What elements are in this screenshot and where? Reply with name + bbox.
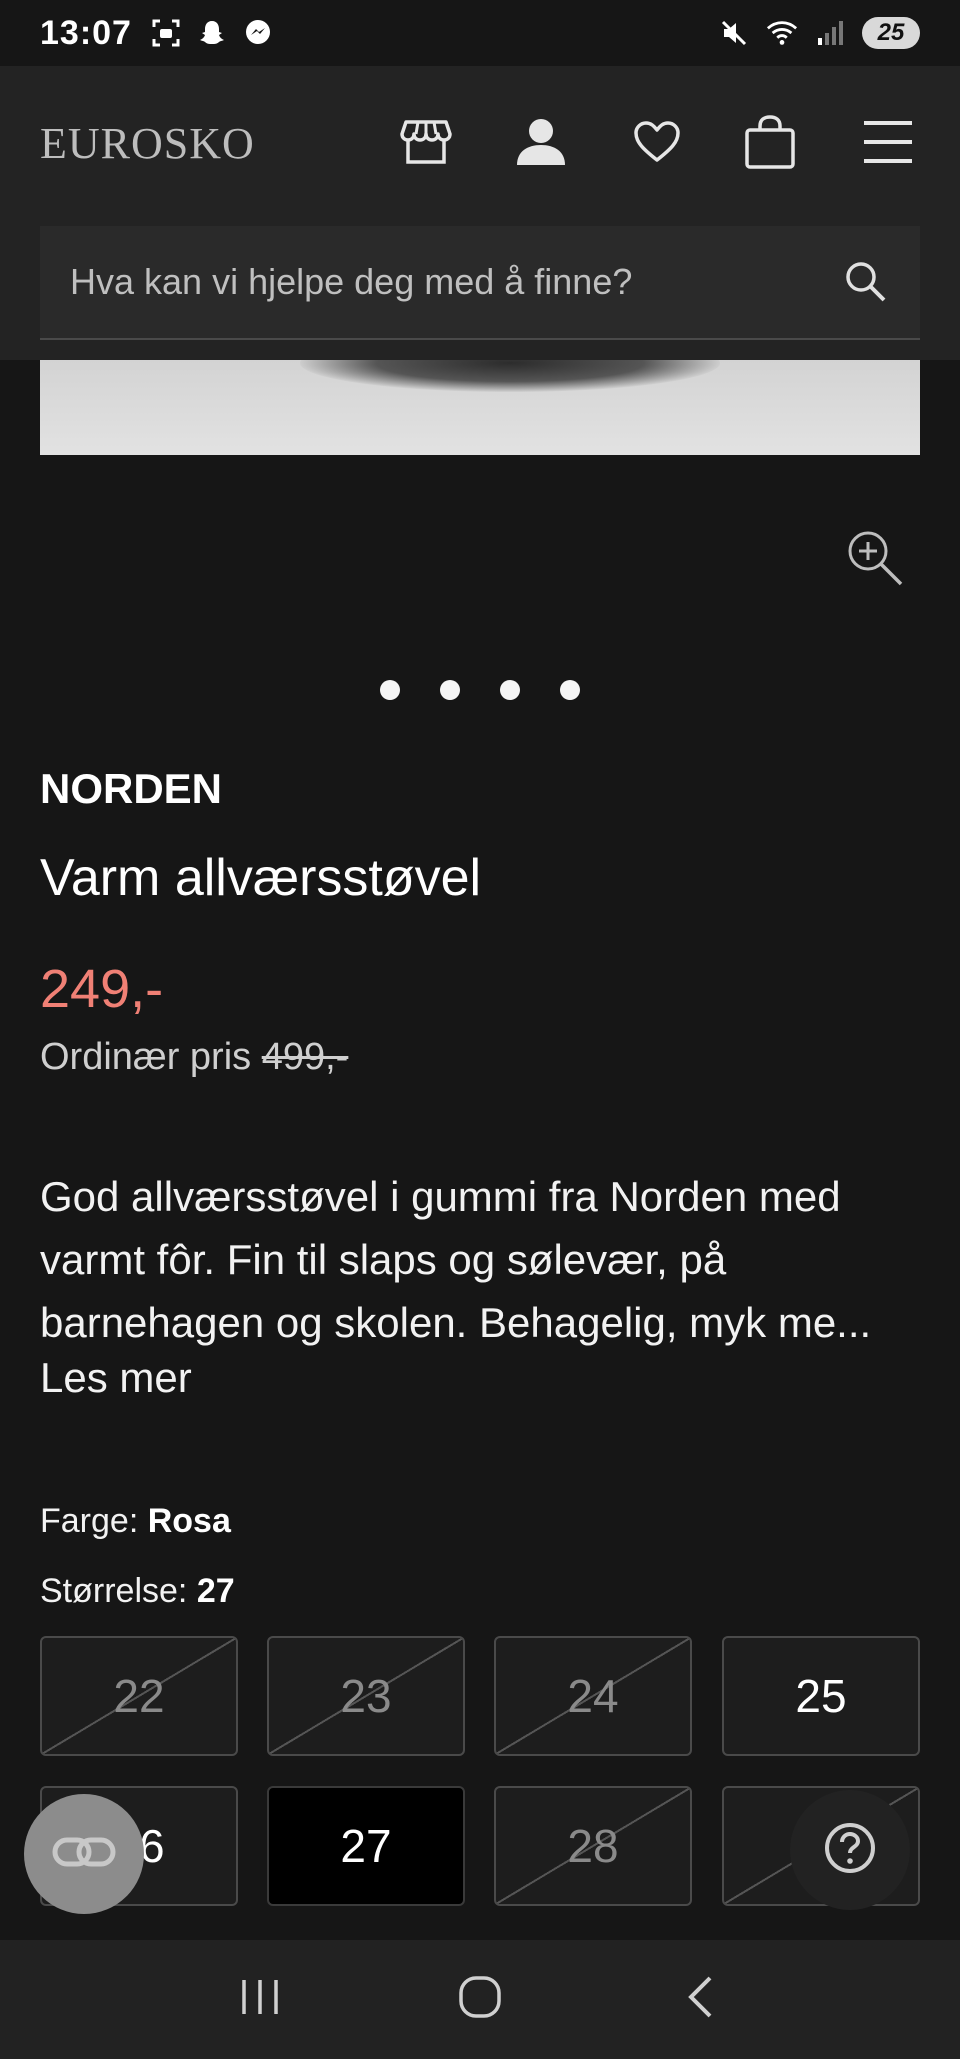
home-button[interactable] [440,1960,520,2040]
color-value: Rosa [147,1502,231,1540]
gallery-dot[interactable] [380,680,400,700]
site-header: EUROSKO [0,66,960,360]
back-icon [683,1974,717,2025]
size-label: Størrelse: [40,1572,188,1610]
wishlist-heart-icon[interactable] [627,112,687,172]
store-icon[interactable] [396,112,456,172]
gallery-dot[interactable] [440,680,460,700]
product-description: God allværsstøvel i gummi fra Norden med… [40,1173,872,1346]
back-button[interactable] [660,1960,740,2040]
help-floating-button[interactable] [790,1790,910,1910]
battery-indicator: 25 [862,17,920,49]
status-notification-icons [150,17,274,49]
recent-apps-icon [238,1977,282,2022]
search-icon[interactable] [840,256,890,306]
boot-sole [300,360,720,392]
product-image[interactable] [40,360,920,455]
regular-price-value: 499,- [261,1036,349,1078]
messenger-icon [242,17,274,49]
size-option[interactable]: 25 [722,1636,920,1756]
status-time: 13:07 [40,13,132,52]
sale-price: 249,- [40,959,164,1019]
shopping-bag-icon[interactable] [740,112,800,172]
signal-icon [814,17,846,49]
gallery-pagination [0,680,960,700]
recent-apps-button[interactable] [220,1960,300,2040]
status-bar: 13:07 25 [0,0,960,66]
color-label: Farge: [40,1502,139,1540]
search-bar [40,226,920,340]
zoom-in-icon[interactable] [845,528,905,588]
system-navigation-bar [0,1940,960,2059]
mute-icon [718,17,750,49]
home-icon [457,1974,503,2025]
size-option[interactable]: 28 [494,1786,692,1906]
size-option[interactable]: 23 [267,1636,465,1756]
size-option[interactable]: 24 [494,1636,692,1756]
link-floating-button[interactable] [24,1794,144,1914]
eurosko-logo[interactable]: EUROSKO [40,118,255,169]
product-brand[interactable]: NORDEN [40,765,222,813]
status-system-icons: 25 [718,17,920,49]
product-title: Varm allværsstøvel [40,849,482,907]
menu-icon[interactable] [858,112,918,172]
help-icon [823,1821,877,1880]
color-selection: Farge: Rosa [40,1502,231,1541]
regular-price: Ordinær pris 499,- [40,1036,348,1079]
screenshot-icon [150,17,182,49]
gallery-dot[interactable] [500,680,520,700]
account-icon[interactable] [511,112,571,172]
gallery-dot[interactable] [560,680,580,700]
regular-price-label: Ordinær pris [40,1036,252,1078]
size-selection: Størrelse: 27 [40,1572,235,1611]
link-icon [52,1834,116,1875]
wifi-icon [766,17,798,49]
size-value: 27 [196,1572,235,1610]
search-input[interactable] [70,226,830,338]
read-more-link[interactable]: Les mer [40,1354,192,1402]
size-option[interactable]: 22 [40,1636,238,1756]
size-option-selected[interactable]: 27 [267,1786,465,1906]
snapchat-icon [196,17,228,49]
